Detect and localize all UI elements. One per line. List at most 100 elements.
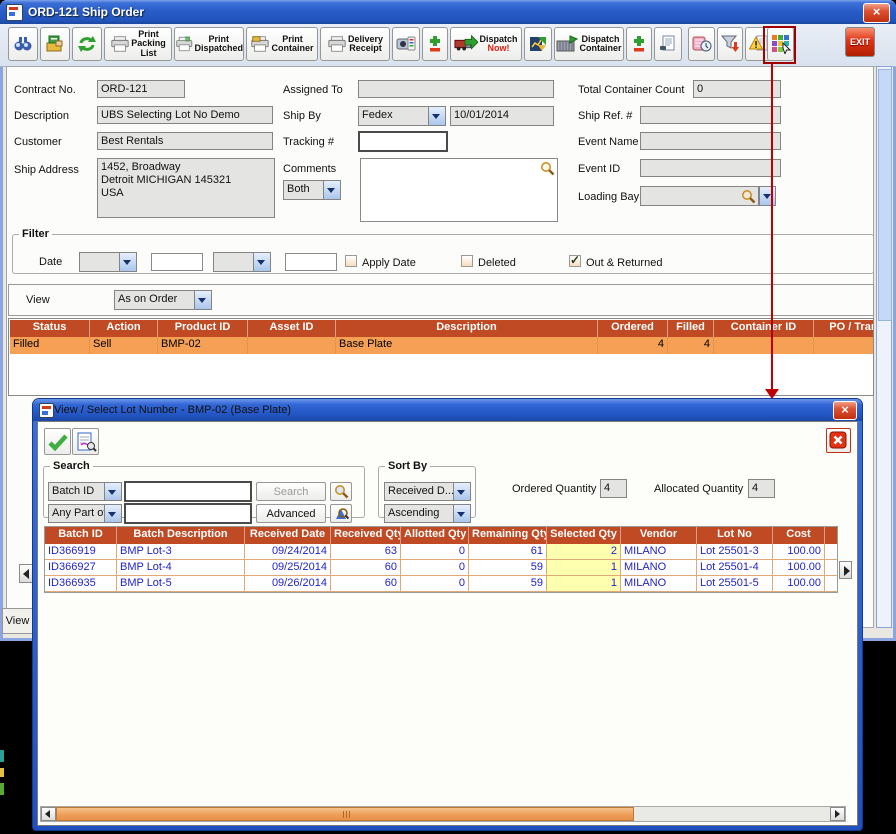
chevron-down-icon[interactable] [428, 107, 445, 125]
column-header[interactable]: Received Qty [331, 527, 401, 544]
cell[interactable]: ID366935 [45, 576, 117, 592]
column-header[interactable]: Received Date [245, 527, 331, 544]
assigned-to-field[interactable] [358, 80, 554, 98]
search-input-1[interactable] [124, 481, 252, 502]
column-header[interactable]: Container ID [714, 320, 814, 337]
cell[interactable] [825, 576, 838, 592]
sort-by-select[interactable]: Received D... [384, 482, 471, 501]
deleted-checkbox[interactable] [461, 255, 473, 267]
cell[interactable]: 63 [331, 544, 401, 560]
column-header[interactable]: Batch Description [117, 527, 245, 544]
view-select[interactable]: As on Order [114, 290, 212, 310]
column-header[interactable]: Remaining Qty [469, 527, 547, 544]
pick-button[interactable] [40, 27, 70, 61]
cell[interactable]: 0 [401, 576, 469, 592]
column-header[interactable]: PO [825, 527, 838, 544]
table-row[interactable]: ID366935BMP Lot-509/26/2014600591MILANOL… [45, 576, 838, 592]
schedule-button[interactable] [688, 27, 715, 61]
table-row[interactable]: ID366919BMP Lot-309/24/2014630612MILANOL… [45, 544, 838, 560]
cell[interactable]: 60 [331, 560, 401, 576]
chevron-down-icon[interactable] [104, 505, 121, 522]
table-row[interactable]: ID366927BMP Lot-409/25/2014600591MILANOL… [45, 560, 838, 576]
cell[interactable]: 100.00 [773, 544, 825, 560]
column-header[interactable]: Asset ID [248, 320, 336, 337]
cell[interactable]: Lot 25501-4 [697, 560, 773, 576]
ship-by-select[interactable]: Fedex [358, 106, 446, 126]
cell[interactable] [825, 544, 838, 560]
date-to-type-select[interactable] [213, 252, 271, 272]
column-header[interactable]: Allotted Qty [401, 527, 469, 544]
cell[interactable]: 1 [547, 560, 621, 576]
side-tab-view[interactable]: View [2, 608, 33, 634]
chevron-down-icon[interactable] [194, 291, 211, 309]
exit-button[interactable]: EXIT [845, 27, 875, 57]
cell[interactable]: 09/24/2014 [245, 544, 331, 560]
chevron-down-icon[interactable] [453, 505, 470, 522]
dialog-titlebar[interactable]: View / Select Lot Number - BMP-02 (Base … [33, 399, 862, 421]
search-icon[interactable] [540, 161, 555, 176]
chevron-down-icon[interactable] [119, 253, 136, 271]
column-header[interactable]: Vendor [621, 527, 697, 544]
search-icon-button[interactable] [330, 482, 352, 501]
column-header[interactable]: Cost [773, 527, 825, 544]
column-header[interactable]: PO / Transfer [814, 320, 874, 337]
cell[interactable]: Filled [10, 337, 90, 354]
total-container-count-field[interactable]: 0 [693, 80, 781, 98]
ship-address-field[interactable]: 1452, Broadway Detroit MICHIGAN 145321 U… [97, 158, 275, 218]
date-from-type-select[interactable] [79, 252, 137, 272]
ship-ref-field[interactable] [640, 106, 781, 124]
search-input-2[interactable] [124, 503, 252, 524]
cell[interactable]: 59 [469, 576, 547, 592]
column-header[interactable]: Selected Qty [547, 527, 621, 544]
cell[interactable]: 59 [469, 560, 547, 576]
window-close-button[interactable]: × [863, 3, 890, 23]
report-chart-button[interactable] [524, 27, 552, 61]
dialog-close-button[interactable]: × [833, 401, 857, 420]
delivery-receipt-button[interactable]: DeliveryReceipt [320, 27, 390, 61]
cell[interactable]: 1 [547, 576, 621, 592]
table-scroll-right-button[interactable] [839, 561, 852, 579]
cell[interactable] [248, 337, 336, 354]
contract-no-field[interactable]: ORD-121 [97, 80, 185, 98]
document-button[interactable] [654, 27, 682, 61]
cell[interactable]: Base Plate [336, 337, 598, 354]
loading-bay-dropdown-button[interactable] [759, 186, 776, 206]
cell[interactable]: MILANO [621, 576, 697, 592]
accept-button[interactable] [44, 428, 71, 455]
search-field2-select[interactable]: Any Part of ... [48, 504, 122, 523]
copy-button[interactable] [392, 27, 420, 61]
cell[interactable]: MILANO [621, 560, 697, 576]
customer-field[interactable]: Best Rentals [97, 132, 273, 150]
advanced-search-icon-button[interactable] [330, 504, 352, 523]
column-header[interactable]: Filled [668, 320, 714, 337]
dispatch-now-button[interactable]: DispatchNow! [450, 27, 522, 61]
search-field1-select[interactable]: Batch ID [48, 482, 122, 501]
print-container-button[interactable]: PrintContainer [246, 27, 318, 61]
cell[interactable]: 4 [598, 337, 668, 354]
cell[interactable] [714, 337, 814, 354]
column-header[interactable]: Batch ID [45, 527, 117, 544]
cell[interactable] [814, 337, 874, 354]
scroll-left-button[interactable] [19, 564, 33, 583]
search-button[interactable]: Search [256, 482, 326, 501]
add-remove-secondary-button[interactable] [626, 27, 652, 61]
advanced-button[interactable]: Advanced [256, 504, 326, 523]
cell[interactable]: BMP Lot-4 [117, 560, 245, 576]
ship-date-field[interactable]: 10/01/2014 [450, 106, 554, 126]
find-button[interactable] [8, 27, 38, 61]
cancel-button[interactable] [826, 428, 851, 453]
cell[interactable]: Sell [90, 337, 158, 354]
scroll-left-button[interactable] [41, 807, 56, 821]
filter-button[interactable] [717, 27, 743, 61]
comments-mode-select[interactable]: Both [283, 180, 341, 200]
print-dispatched-button[interactable]: PrintDispatched [174, 27, 244, 61]
event-name-field[interactable] [640, 132, 781, 150]
cell[interactable]: ID366919 [45, 544, 117, 560]
main-titlebar[interactable]: ORD-121 Ship Order × [0, 0, 896, 24]
cell[interactable]: Lot 25501-5 [697, 576, 773, 592]
cell[interactable]: 4 [668, 337, 714, 354]
search-icon[interactable] [741, 189, 756, 204]
cell[interactable]: 09/25/2014 [245, 560, 331, 576]
scroll-right-button[interactable] [830, 807, 845, 821]
cell[interactable]: 2 [547, 544, 621, 560]
